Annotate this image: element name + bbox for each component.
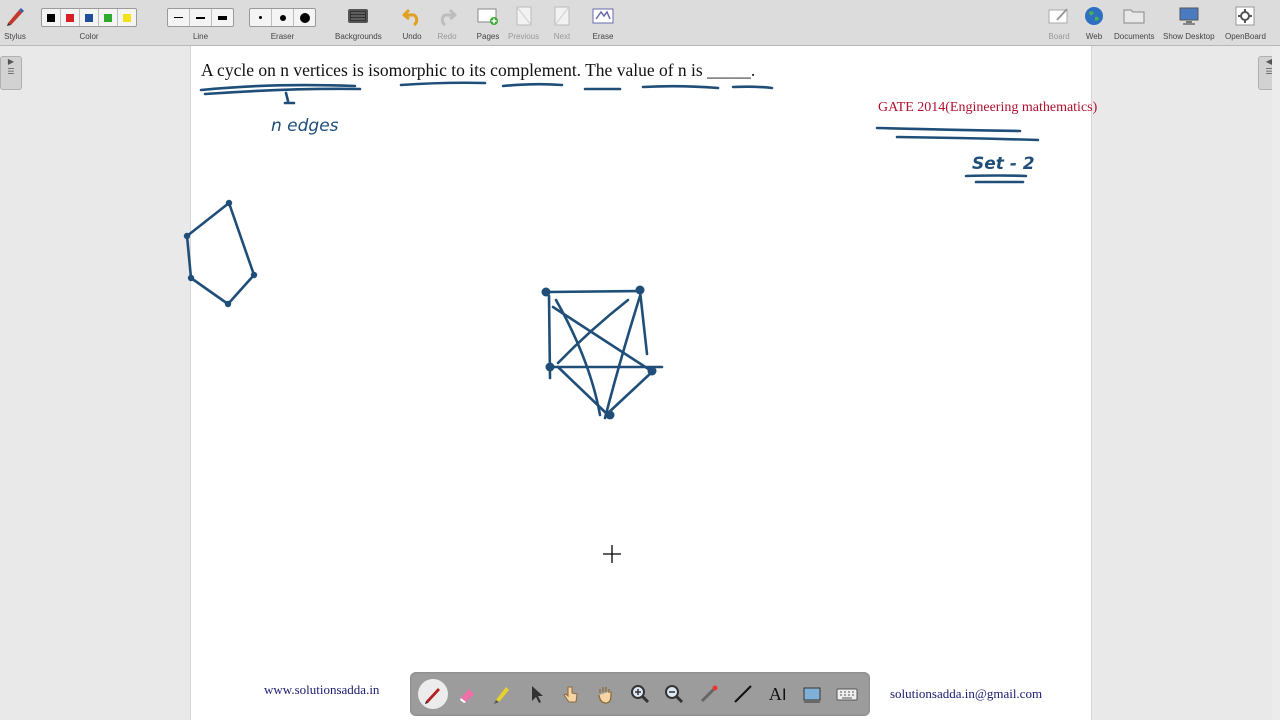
ink-annotations: n edges Set - 2 <box>183 81 1040 420</box>
zoom-in-tool-button[interactable] <box>623 677 658 711</box>
underline-gate-2 <box>895 135 1040 142</box>
line-tool-button[interactable] <box>726 677 761 711</box>
zoom-out-icon <box>665 685 684 704</box>
interact-tool-button[interactable] <box>554 677 589 711</box>
text-tool-button[interactable]: AI <box>761 677 796 711</box>
line-icon <box>734 685 752 703</box>
cycle-graph-edges <box>185 201 256 306</box>
underline-of <box>641 84 720 90</box>
highlighter-icon <box>493 687 509 704</box>
eraser-tool-button[interactable] <box>450 677 485 711</box>
complement-edge-bottom <box>556 365 654 416</box>
zoom-out-tool-button[interactable] <box>657 677 692 711</box>
pen-tool-button[interactable] <box>418 679 448 709</box>
underline-a-cycle-2 <box>203 87 362 96</box>
keyboard-icon <box>836 688 858 701</box>
underline-complement <box>501 82 564 88</box>
arrow-pointer-icon <box>532 686 544 703</box>
hand-tool-button[interactable] <box>588 677 623 711</box>
underline-n <box>731 85 774 90</box>
handwritten-edges: n edges <box>271 116 339 136</box>
pen-icon <box>425 688 440 704</box>
complement-edge-diag-1 <box>551 305 652 372</box>
keyboard-tool-button[interactable] <box>830 677 865 711</box>
crosshair-cursor-icon <box>603 545 621 563</box>
highlighter-tool-button[interactable] <box>485 677 520 711</box>
footer-email: solutionsadda.in@gmail.com <box>890 686 1043 701</box>
pointing-hand-icon <box>563 686 578 703</box>
footer-website: www.solutionsadda.in <box>264 682 380 697</box>
text-tool-icon: A <box>768 683 782 704</box>
hand-icon <box>598 687 612 704</box>
capture-tool-button[interactable] <box>795 677 830 711</box>
handwritten-mark <box>283 91 296 105</box>
laser-pointer-icon <box>700 685 718 703</box>
eraser-icon <box>460 689 475 703</box>
text-cursor-icon: I <box>781 684 787 704</box>
underline-isomorphic <box>399 81 487 87</box>
laser-pointer-tool-button[interactable] <box>692 677 727 711</box>
handwritten-set: Set - 2 <box>972 154 1035 174</box>
screen-capture-icon <box>803 687 821 703</box>
underline-set-1 <box>964 174 1028 178</box>
underline-gate-1 <box>875 126 1022 133</box>
zoom-in-icon <box>630 685 649 704</box>
tool-dock: AI <box>410 672 870 716</box>
selector-tool-button[interactable] <box>519 677 554 711</box>
